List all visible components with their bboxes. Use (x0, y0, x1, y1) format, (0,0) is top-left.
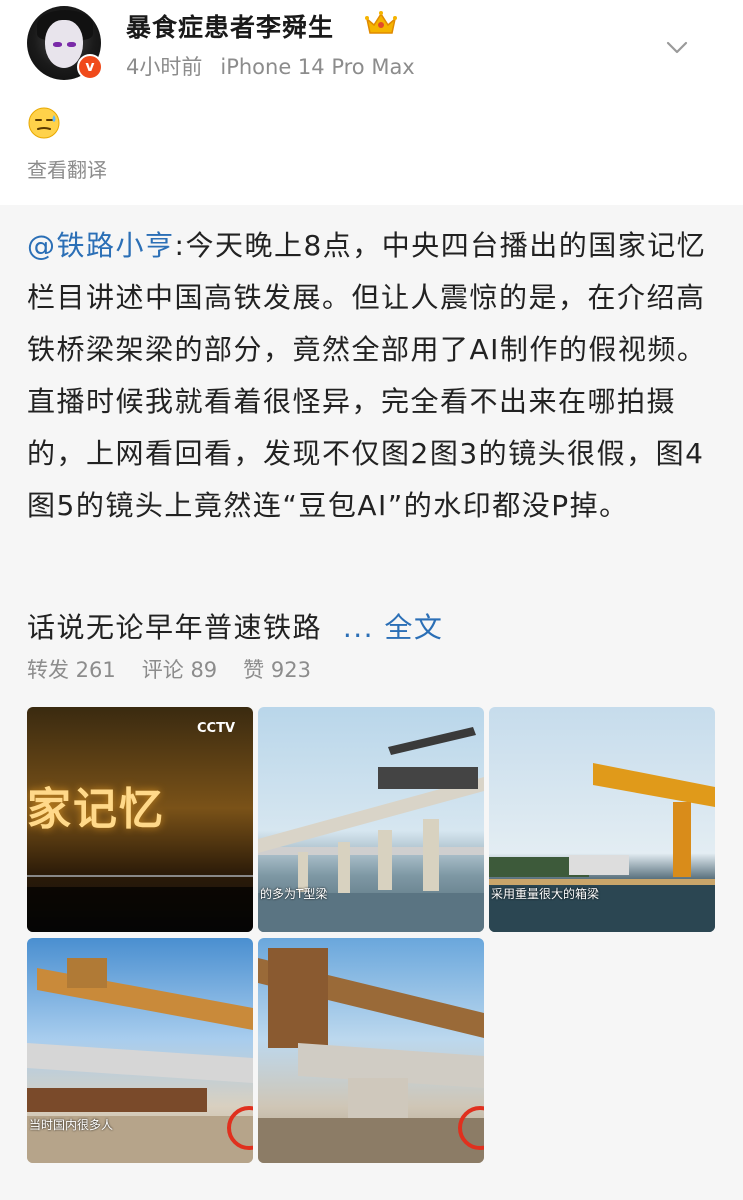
post-device[interactable]: iPhone 14 Pro Max (220, 55, 414, 79)
like-count[interactable]: 赞 923 (243, 658, 311, 682)
image-2-caption: 的多为T型梁 (260, 887, 328, 901)
repost-text: @铁路小亨:今天晚上8点，中央四台播出的国家记忆栏目讲述中国高铁发展。但让人震惊… (27, 220, 717, 532)
image-thumbnail-2[interactable]: 的多为T型梁 (258, 707, 484, 932)
post-header: v 暴食症患者李舜生 4小时前 iPhone 14 Pro Max (0, 0, 743, 100)
sweat-smile-emoji-icon (28, 107, 60, 139)
post-meta: 4小时前 iPhone 14 Pro Max (126, 51, 415, 81)
comment-count[interactable]: 评论 89 (142, 658, 217, 682)
cctv-logo: CCTV (197, 721, 236, 736)
verified-badge-icon: v (77, 54, 103, 80)
summary-text: 话说无论早年普速铁路 (27, 611, 323, 644)
image-1-title: 家记忆 (27, 784, 165, 835)
username[interactable]: 暴食症患者李舜生 (126, 8, 334, 44)
chevron-down-icon[interactable] (664, 34, 690, 60)
image-thumbnail-3[interactable]: 采用重量很大的箱梁 (489, 707, 715, 932)
image-thumbnail-1[interactable]: 家记忆 CCTV (27, 707, 253, 932)
repost-stats: 转发 261 评论 89 赞 923 (27, 654, 337, 684)
image-3-caption: 采用重量很大的箱梁 (491, 887, 600, 901)
image-thumbnail-5[interactable] (258, 938, 484, 1163)
image-4-caption: 当时国内很多人 (29, 1118, 114, 1132)
image-thumbnail-4[interactable]: 当时国内很多人 (27, 938, 253, 1163)
repost-summary: 话说无论早年普速铁路 ... 全文 (27, 606, 443, 646)
post-time: 4小时前 (126, 55, 203, 79)
repost-count[interactable]: 转发 261 (27, 658, 116, 682)
translate-link[interactable]: 查看翻译 (27, 154, 107, 183)
construction-illustration (258, 948, 484, 1163)
full-text-link[interactable]: ... 全文 (343, 611, 444, 644)
mention-link[interactable]: @铁路小亨 (27, 229, 175, 262)
repost-body: :今天晚上8点，中央四台播出的国家记忆栏目讲述中国高铁发展。但让人震惊的是，在介… (27, 229, 707, 522)
crown-icon (365, 11, 397, 34)
